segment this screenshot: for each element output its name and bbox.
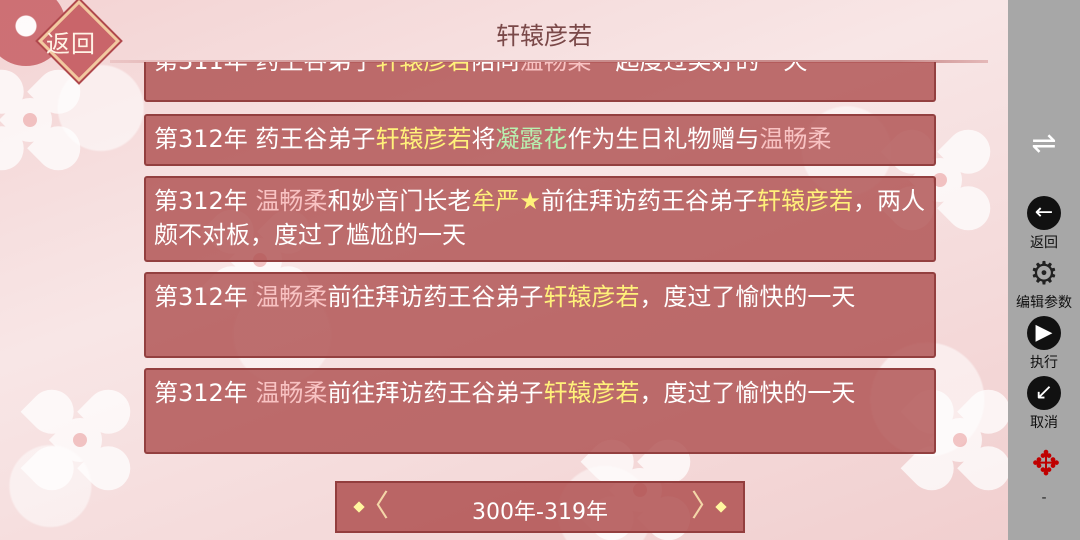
event-row: 第312年 温畅柔前往拜访药王谷弟子轩辕彦若，度过了愉快的一天 <box>144 272 936 358</box>
event-segment: 温畅柔 <box>519 62 591 75</box>
event-segment: 轩辕彦若 <box>543 283 640 311</box>
event-segment: 轩辕彦若 <box>756 187 853 215</box>
arrow-left-icon: ← <box>1027 196 1061 230</box>
edit-params-button[interactable]: ⚙ 编辑参数 <box>1008 256 1080 312</box>
page-title: 轩辕彦若 <box>496 22 592 50</box>
event-segment: 第312年 药王谷弟子 <box>154 125 376 153</box>
event-text: 第312年 药王谷弟子轩辕彦若将凝露花作为生日礼物赠与温畅柔 <box>154 122 926 156</box>
dash-mark: - <box>1041 490 1047 506</box>
year-range-pager[interactable]: 〈 300年-319年 〉 <box>335 481 745 533</box>
event-segment: 前往拜访药王谷弟子 <box>327 283 544 311</box>
event-row: 第312年 温畅柔和妙音门长老牟严★前往拜访药王谷弟子轩辕彦若，两人颇不对板，度… <box>144 176 936 262</box>
event-segment: 轩辕彦若 <box>543 379 640 407</box>
event-segment: 温畅柔 <box>759 125 832 153</box>
event-segment: 凝露花 <box>495 125 568 153</box>
run-button[interactable]: ▶ 执行 <box>1008 316 1080 372</box>
blossom-decoration <box>20 380 140 500</box>
event-segment: 和妙音门长老 <box>327 187 472 215</box>
next-page-arrow-icon[interactable]: 〉 <box>691 487 735 527</box>
event-segment: 牟严★ <box>471 187 541 215</box>
event-segment: 轩辕彦若 <box>375 62 471 75</box>
side-back-button[interactable]: ← 返回 <box>1008 196 1080 252</box>
event-segment: 第312年 <box>154 379 256 407</box>
swap-icon[interactable]: ⇌ <box>1008 126 1080 161</box>
move-arrows-icon[interactable]: ✥ <box>1026 444 1066 488</box>
cancel-arrow-icon: ↙ <box>1027 376 1061 410</box>
event-text: 第312年 温畅柔和妙音门长老牟严★前往拜访药王谷弟子轩辕彦若，两人颇不对板，度… <box>154 184 926 252</box>
event-segment: ，度过了愉快的一天 <box>639 379 856 407</box>
event-segment: 陪同 <box>471 62 519 75</box>
side-toolbar: ⇌ ← 返回 ⚙ 编辑参数 ▶ 执行 ↙ 取消 ✥ - <box>1008 0 1080 540</box>
event-segment: 前往拜访药王谷弟子 <box>327 379 544 407</box>
gear-icon: ⚙ <box>1029 254 1059 292</box>
event-segment: 将 <box>471 125 496 153</box>
title-bar: 返回 轩辕彦若 <box>0 0 1008 83</box>
cancel-button[interactable]: ↙ 取消 <box>1008 376 1080 432</box>
event-segment: 轩辕彦若 <box>375 125 472 153</box>
run-label: 执行 <box>1030 355 1058 371</box>
event-text: 第312年 温畅柔前往拜访药王谷弟子轩辕彦若，度过了愉快的一天 <box>154 376 926 410</box>
event-segment: 一起度过美好的一天 <box>591 62 807 75</box>
event-log-list[interactable]: 第311年 药王谷弟子轩辕彦若陪同温畅柔一起度过美好的一天 第312年 药王谷弟… <box>144 62 936 462</box>
event-segment: 温畅柔 <box>255 283 328 311</box>
event-segment: 第311年 药王谷弟子 <box>154 62 375 75</box>
event-segment: 温畅柔 <box>255 379 328 407</box>
event-segment: 温畅柔 <box>255 187 328 215</box>
event-segment: 第312年 <box>154 283 256 311</box>
cancel-label: 取消 <box>1030 415 1058 431</box>
event-segment: 前往拜访药王谷弟子 <box>540 187 757 215</box>
event-text: 第312年 温畅柔前往拜访药王谷弟子轩辕彦若，度过了愉快的一天 <box>154 280 926 314</box>
edit-params-label: 编辑参数 <box>1016 295 1072 311</box>
play-icon: ▶ <box>1027 316 1061 350</box>
event-text: 第311年 药王谷弟子轩辕彦若陪同温畅柔一起度过美好的一天 <box>154 62 926 78</box>
event-row: 第311年 药王谷弟子轩辕彦若陪同温畅柔一起度过美好的一天 <box>144 62 936 102</box>
side-back-label: 返回 <box>1030 235 1058 251</box>
event-segment: 作为生日礼物赠与 <box>567 125 760 153</box>
event-segment: ，度过了愉快的一天 <box>639 283 856 311</box>
event-row: 第312年 药王谷弟子轩辕彦若将凝露花作为生日礼物赠与温畅柔 <box>144 114 936 166</box>
event-segment: 第312年 <box>154 187 256 215</box>
event-row: 第312年 温畅柔前往拜访药王谷弟子轩辕彦若，度过了愉快的一天 <box>144 368 936 454</box>
year-range-label: 300年-319年 <box>472 500 608 525</box>
